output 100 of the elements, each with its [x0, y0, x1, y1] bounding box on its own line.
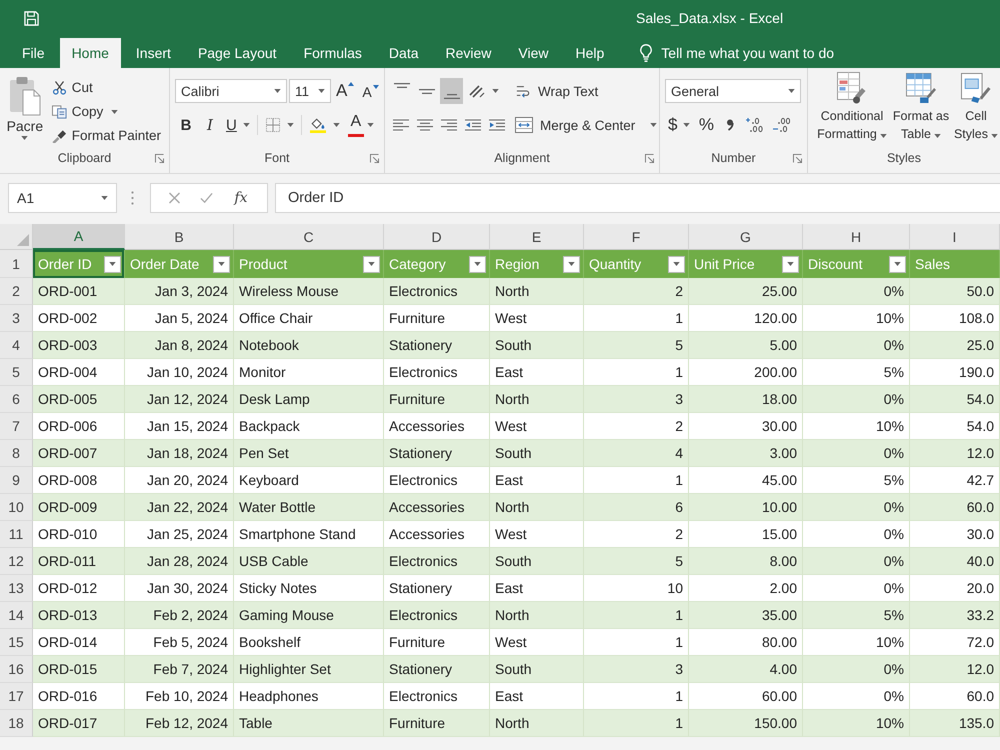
dialog-launcher-icon[interactable]: [370, 154, 379, 162]
merge-cells-icon: [515, 117, 533, 133]
column-header[interactable]: C: [234, 224, 384, 250]
filter-button[interactable]: [782, 256, 799, 272]
filter-button[interactable]: [889, 256, 906, 272]
column-header[interactable]: I: [910, 224, 1000, 250]
row-header[interactable]: 11: [0, 521, 33, 548]
percent-button[interactable]: %: [695, 112, 718, 138]
font-color-button[interactable]: A: [344, 112, 377, 138]
filter-button[interactable]: [213, 256, 230, 272]
name-box[interactable]: A1: [8, 183, 117, 213]
ribbon-tab[interactable]: Page Layout: [186, 38, 289, 68]
table-cell: 3: [584, 656, 689, 683]
styles-button[interactable]: Format as Table: [890, 72, 952, 143]
format-painter-button[interactable]: Format Painter: [48, 124, 164, 147]
table-cell: 1: [584, 710, 689, 737]
grow-font-button[interactable]: A: [333, 78, 358, 104]
window-title: Sales_Data.xlsx - Excel: [636, 10, 784, 26]
table-cell: 5: [584, 548, 689, 575]
save-icon[interactable]: [24, 10, 39, 26]
filter-button[interactable]: [363, 256, 380, 272]
row-header[interactable]: 13: [0, 575, 33, 602]
dialog-launcher-icon[interactable]: [793, 154, 802, 162]
filter-button[interactable]: [668, 256, 685, 272]
bold-button[interactable]: B: [175, 112, 197, 138]
ribbon-tab[interactable]: View: [506, 38, 560, 68]
row-header[interactable]: 18: [0, 710, 33, 737]
number-format-dropdown[interactable]: General: [665, 79, 801, 103]
styles-button[interactable]: Cell Styles: [952, 72, 1000, 143]
table-cell: Monitor: [234, 359, 384, 386]
column-header[interactable]: G: [689, 224, 803, 250]
checkmark-icon[interactable]: [200, 192, 214, 204]
table-cell: Highlighter Set: [234, 656, 384, 683]
column-header[interactable]: A: [33, 224, 125, 250]
row-header[interactable]: 8: [0, 440, 33, 467]
currency-button[interactable]: $: [665, 112, 694, 138]
row-header[interactable]: 6: [0, 386, 33, 413]
outdent-icon: [465, 118, 481, 132]
italic-button[interactable]: I: [199, 112, 221, 138]
ribbon-tab[interactable]: Review: [434, 38, 504, 68]
row-header[interactable]: 9: [0, 467, 33, 494]
column-header[interactable]: B: [125, 224, 234, 250]
table-cell: Jan 10, 2024: [125, 359, 234, 386]
dialog-launcher-icon[interactable]: [645, 154, 654, 162]
formula-input[interactable]: Order ID: [275, 183, 1000, 213]
filter-button[interactable]: [563, 256, 580, 272]
row-header[interactable]: 1: [0, 250, 33, 278]
ribbon-tab[interactable]: Insert: [124, 38, 183, 68]
table-cell: South: [490, 332, 584, 359]
table-cell: Gaming Mouse: [234, 602, 384, 629]
underline-button[interactable]: U: [223, 112, 253, 138]
paste-button[interactable]: Pacre: [5, 76, 45, 160]
tell-me-field[interactable]: Tell me what you want to do: [661, 39, 862, 67]
row-header[interactable]: 5: [0, 359, 33, 386]
column-header[interactable]: F: [584, 224, 689, 250]
row-header[interactable]: 16: [0, 656, 33, 683]
row-header[interactable]: 14: [0, 602, 33, 629]
vertical-align-button[interactable]: [440, 78, 463, 104]
row-header[interactable]: 4: [0, 332, 33, 359]
column-header[interactable]: E: [490, 224, 584, 250]
column-header[interactable]: H: [803, 224, 910, 250]
table-cell: 10%: [803, 305, 910, 332]
dialog-launcher-icon[interactable]: [155, 154, 164, 162]
insert-function-button[interactable]: fx: [232, 190, 250, 206]
row-header[interactable]: 7: [0, 413, 33, 440]
row-header[interactable]: 3: [0, 305, 33, 332]
table-cell: East: [490, 359, 584, 386]
ribbon-tab[interactable]: File: [10, 38, 57, 68]
column-title: Quantity: [589, 256, 642, 272]
row-header[interactable]: 17: [0, 683, 33, 710]
cut-button[interactable]: Cut: [48, 76, 164, 99]
table-cell: 54.0: [910, 413, 1000, 440]
filter-button[interactable]: [469, 256, 486, 272]
ribbon-tab[interactable]: Data: [376, 38, 430, 68]
column-header[interactable]: D: [384, 224, 490, 250]
shrink-font-button[interactable]: A: [359, 78, 382, 104]
row-header[interactable]: 15: [0, 629, 33, 656]
table-cell: 25.00: [689, 278, 803, 305]
table-cell: East: [490, 683, 584, 710]
table-cell: 10%: [803, 710, 910, 737]
row-header[interactable]: 12: [0, 548, 33, 575]
table-cell: ORD-017: [33, 710, 125, 737]
font-name-dropdown[interactable]: Calibri: [175, 79, 287, 103]
copy-button[interactable]: Copy: [48, 100, 164, 123]
row-header[interactable]: 2: [0, 278, 33, 305]
row-header[interactable]: 10: [0, 494, 33, 521]
table-cell: South: [490, 548, 584, 575]
styles-button[interactable]: Conditional Formatting: [814, 72, 890, 143]
table-cell: Pen Set: [234, 440, 384, 467]
group-label: Clipboard: [58, 151, 112, 165]
font-size-dropdown[interactable]: 11: [289, 79, 331, 103]
align-bottom-icon: [444, 94, 460, 99]
wrap-text-button[interactable]: Wrap Text: [512, 78, 602, 104]
color-swatch-icon: [348, 134, 364, 137]
table-cell: ORD-014: [33, 629, 125, 656]
merge-center-button[interactable]: Merge & Center: [512, 112, 660, 138]
ribbon-tab[interactable]: Help: [564, 38, 616, 68]
ribbon-tab[interactable]: Formulas: [292, 38, 374, 68]
ribbon-tab[interactable]: Home: [60, 38, 121, 68]
filter-button[interactable]: [104, 256, 121, 272]
